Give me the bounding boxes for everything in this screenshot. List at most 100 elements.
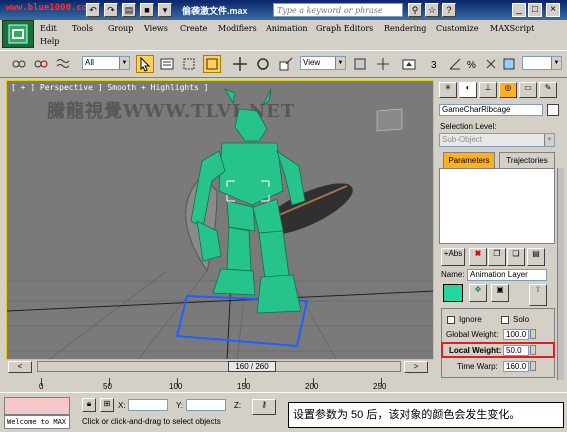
star-icon[interactable]: ☆	[425, 3, 439, 17]
bind-space-warp-icon[interactable]	[54, 55, 72, 73]
select-by-name-icon[interactable]	[158, 55, 176, 73]
snap-3d-icon[interactable]: 3	[428, 55, 446, 73]
reference-coordinate-dropdown[interactable]: View ▼	[300, 56, 346, 70]
object-color-swatch[interactable]	[547, 104, 559, 116]
selection-filter-dropdown[interactable]: All ▼	[82, 56, 130, 70]
menu-create[interactable]: Create	[180, 24, 207, 33]
layer-color-swatch[interactable]	[443, 284, 463, 302]
undo-icon[interactable]: ↶	[86, 3, 100, 17]
search-input[interactable]: Type a keyword or phrase	[273, 3, 403, 17]
menu-bar: Edit Tools Group Views Create Modifiers …	[0, 20, 567, 48]
absolute-mode-icon[interactable]: ⊞	[100, 398, 114, 412]
create-tab-icon[interactable]: ✳	[439, 82, 457, 98]
time-slider-thumb[interactable]: 160 / 260	[228, 361, 276, 372]
rotate-icon[interactable]	[254, 55, 272, 73]
tick-label: 50	[103, 382, 112, 391]
help-icon[interactable]: ?	[442, 3, 456, 17]
copy-layer-icon[interactable]: ❐	[488, 248, 506, 266]
dropdown-icon[interactable]: ▾	[158, 3, 172, 17]
rectangular-selection-icon[interactable]	[180, 55, 198, 73]
modify-tab-icon[interactable]: ◐	[459, 82, 477, 98]
maximize-button[interactable]: □	[528, 3, 542, 17]
minimize-button[interactable]: _	[512, 3, 526, 17]
menu-tools[interactable]: Tools	[72, 24, 93, 33]
selection-level-dropdown[interactable]: Sub-Object ▼	[439, 133, 555, 147]
layer-list[interactable]	[439, 168, 555, 244]
search-icon[interactable]: ⚲	[408, 3, 422, 17]
display-tab-icon[interactable]: ▭	[519, 82, 537, 98]
solo-checkbox[interactable]	[501, 316, 509, 324]
menu-graph-editors[interactable]: Graph Editors	[316, 24, 373, 33]
select-object-icon[interactable]	[136, 55, 154, 73]
global-weight-spinner[interactable]	[530, 329, 536, 339]
menu-group[interactable]: Group	[108, 24, 133, 33]
layer-settings-icon[interactable]: ▣	[491, 284, 509, 302]
time-warp-spinner[interactable]	[530, 361, 536, 371]
layer-name-field[interactable]: Animation Layer	[467, 269, 547, 281]
local-weight-input[interactable]: 50.0	[503, 345, 529, 356]
menu-maxscript[interactable]: MAXScript	[490, 24, 534, 33]
tab-trajectories[interactable]: Trajectories	[499, 152, 555, 168]
select-manipulate-icon[interactable]	[374, 55, 392, 73]
delete-layer-icon[interactable]: ✖	[469, 248, 487, 266]
global-weight-input[interactable]: 100.0	[503, 329, 529, 340]
named-selection-icon[interactable]	[500, 55, 518, 73]
time-warp-input[interactable]: 160.0	[503, 361, 529, 372]
url-watermark: www.blue1000.com	[6, 3, 93, 13]
collapse-layer-icon[interactable]: ▤	[527, 248, 545, 266]
menu-rendering[interactable]: Rendering	[384, 24, 426, 33]
app-logo-icon[interactable]	[2, 20, 34, 48]
menu-edit[interactable]: Edit	[40, 24, 57, 33]
maxscript-listener-pink[interactable]	[4, 397, 70, 415]
lock-icon[interactable]: 🔒︎	[82, 398, 96, 412]
percent-snap-icon[interactable]: %	[464, 55, 482, 73]
menu-customize[interactable]: Customize	[436, 24, 479, 33]
motion-tab-icon[interactable]: ◎	[499, 82, 517, 98]
ignore-checkbox[interactable]	[447, 316, 455, 324]
menu-animation[interactable]: Animation	[266, 24, 308, 33]
panel-scrollbar[interactable]	[557, 168, 564, 380]
key-icon[interactable]: ⚷	[252, 399, 276, 415]
keyboard-shortcut-icon[interactable]	[400, 55, 418, 73]
y-label: Y:	[176, 401, 184, 410]
status-prompt: Click or click-and-drag to select object…	[82, 417, 221, 426]
time-slider-prev-button[interactable]: <	[8, 361, 32, 373]
command-panel-tabs: ✳ ◐ ⊥ ◎ ▭ ✎	[439, 82, 565, 100]
spinner-snap-icon[interactable]	[482, 55, 500, 73]
main-toolbar: All ▼ View ▼ 3 % ▼	[0, 50, 567, 78]
y-coordinate-input[interactable]	[186, 399, 226, 411]
pivot-center-icon[interactable]	[351, 55, 369, 73]
local-weight-spinner[interactable]	[530, 345, 536, 355]
tab-parameters[interactable]: Parameters	[443, 152, 495, 168]
layer-controller-icon[interactable]: ✥	[469, 284, 487, 302]
redo-icon[interactable]: ↷	[104, 3, 118, 17]
menu-modifiers[interactable]: Modifiers	[218, 24, 257, 33]
angle-snap-icon[interactable]	[446, 55, 464, 73]
window-title: 偷袭激文件.max	[182, 6, 248, 16]
tick-label: 0	[39, 382, 44, 391]
unlink-icon[interactable]	[32, 55, 50, 73]
menu-help[interactable]: Help	[40, 37, 59, 46]
link-icon[interactable]	[10, 55, 28, 73]
save-icon[interactable]: ■	[140, 3, 154, 17]
window-crossing-icon[interactable]	[203, 55, 221, 73]
add-layer-button[interactable]: +Abs	[441, 248, 465, 266]
menu-views[interactable]: Views	[144, 24, 168, 33]
hierarchy-tab-icon[interactable]: ⊥	[479, 82, 497, 98]
open-icon[interactable]: ▤	[122, 3, 136, 17]
utilities-tab-icon[interactable]: ✎	[539, 82, 557, 98]
maxscript-listener[interactable]: Welcome to MAX	[4, 415, 70, 429]
time-slider[interactable]: 160 / 260	[37, 361, 401, 372]
named-selection-sets-dropdown[interactable]: ▼	[522, 56, 562, 70]
time-slider-next-button[interactable]: >	[404, 361, 428, 373]
layer-up-icon[interactable]: ⇧	[529, 284, 547, 306]
x-coordinate-input[interactable]	[128, 399, 168, 411]
timeline-ruler[interactable]: 0 50 100 150 200 250	[37, 372, 401, 392]
paste-layer-icon[interactable]: ❏	[507, 248, 525, 266]
perspective-viewport[interactable]: [ + ] Perspective ] Smooth + Highlights …	[6, 80, 434, 360]
move-icon[interactable]	[231, 55, 249, 73]
close-button[interactable]: ×	[546, 3, 560, 17]
scale-icon[interactable]	[277, 55, 295, 73]
object-name-field[interactable]: GameCharRibcage	[439, 104, 543, 116]
character-model[interactable]	[7, 81, 434, 360]
